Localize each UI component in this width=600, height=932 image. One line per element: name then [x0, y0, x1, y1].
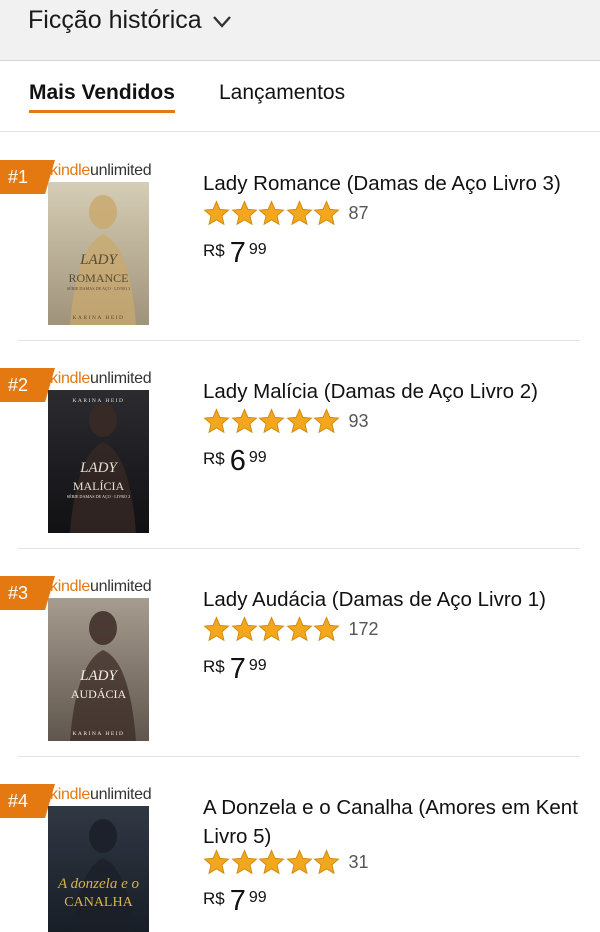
cover-art-image: A donzela e o CANALHA: [48, 806, 149, 932]
rank-badge: #3: [0, 576, 55, 610]
divider: [18, 756, 580, 757]
kindle-unlimited-logo: kindleunlimited: [50, 162, 152, 179]
star-icon: [230, 616, 258, 642]
price: R$ 6 99: [203, 446, 267, 476]
rank-badge: #2: [0, 368, 55, 402]
book-cover[interactable]: LADY AUDÁCIA KARINA HEID: [48, 598, 149, 741]
price-integer: 7: [229, 885, 246, 917]
star-rating[interactable]: 31: [203, 849, 369, 875]
kindle-unlimited-logo: kindleunlimited: [50, 578, 152, 595]
star-icon: [258, 200, 285, 226]
cover-subtitle: SÉRIE DAMAS DE AÇO · LIVRO 3: [67, 286, 131, 291]
tab-bar: Mais Vendidos Lançamentos: [0, 62, 600, 132]
star-icon: [203, 408, 230, 434]
price-currency: R$: [203, 241, 225, 260]
cover-title-line2: MALÍCIA: [73, 479, 125, 493]
rank-badge: #4: [0, 784, 55, 818]
star-icon: [285, 408, 313, 434]
star-icon: [203, 200, 230, 226]
star-icon: [230, 408, 258, 434]
cover-title-line2: ROMANCE: [68, 271, 128, 285]
price: R$ 7 99: [203, 654, 267, 684]
review-count: 87: [348, 202, 369, 223]
kindle-unlimited-logo: kindleunlimited: [50, 786, 152, 803]
stars: [203, 200, 341, 226]
star-icon: [285, 616, 313, 642]
star-icon: [313, 616, 340, 642]
review-count: 172: [348, 618, 379, 639]
list-item[interactable]: #3 kindleunlimited LADY AUDÁCIA KARINA H…: [0, 548, 600, 756]
price-decimal: 99: [248, 889, 267, 906]
price-integer: 7: [229, 237, 246, 269]
price-integer: 7: [229, 653, 246, 685]
category-selector[interactable]: Ficção histórica: [28, 6, 232, 35]
star-icon: [230, 849, 258, 875]
star-icon: [313, 200, 340, 226]
price-decimal: 99: [248, 241, 267, 258]
book-cover[interactable]: LADY ROMANCE SÉRIE DAMAS DE AÇO · LIVRO …: [48, 182, 149, 325]
book-title[interactable]: Lady Romance (Damas de Aço Livro 3): [203, 169, 583, 198]
book-title[interactable]: A Donzela e o Canalha (Amores em Kent Li…: [203, 793, 583, 851]
list-item[interactable]: #1 kindleunlimited LADY ROMANCE SÉRIE DA…: [0, 132, 600, 340]
price-currency: R$: [203, 657, 225, 676]
star-icon: [313, 849, 340, 875]
review-count: 31: [348, 851, 369, 872]
tab-best-sellers[interactable]: Mais Vendidos: [29, 81, 175, 113]
stars: [203, 849, 341, 875]
star-rating[interactable]: 93: [203, 408, 369, 434]
divider: [18, 548, 580, 549]
star-icon: [258, 616, 285, 642]
cover-art-image: LADY AUDÁCIA KARINA HEID: [48, 598, 149, 741]
cover-title-line1: LADY: [79, 460, 118, 476]
cover-author: KARINA HEID: [72, 315, 124, 321]
price-decimal: 99: [248, 657, 267, 674]
cover-title-line2: CANALHA: [64, 895, 133, 910]
star-icon: [258, 849, 285, 875]
book-title[interactable]: Lady Malícia (Damas de Aço Livro 2): [203, 377, 583, 406]
chevron-down-icon: [212, 16, 231, 28]
star-icon: [203, 616, 230, 642]
star-icon: [258, 408, 285, 434]
cover-title-line2: AUDÁCIA: [71, 687, 127, 701]
cover-author: KARINA HEID: [72, 398, 124, 404]
rank-badge: #1: [0, 160, 55, 194]
book-cover[interactable]: LADY MALÍCIA SÉRIE DAMAS DE AÇO · LIVRO …: [48, 390, 149, 533]
list-item[interactable]: #4 kindleunlimited A donzela e o CANALHA…: [0, 756, 600, 932]
price-currency: R$: [203, 889, 225, 908]
book-cover[interactable]: A donzela e o CANALHA: [48, 806, 149, 932]
star-icon: [285, 200, 313, 226]
review-count: 93: [348, 410, 369, 431]
star-icon: [313, 408, 340, 434]
category-label: Ficção histórica: [28, 6, 202, 34]
price: R$ 7 99: [203, 886, 267, 916]
price: R$ 7 99: [203, 238, 267, 268]
star-icon: [230, 200, 258, 226]
cover-title-line1: LADY: [79, 252, 118, 268]
cover-title-line1: LADY: [79, 668, 118, 684]
top-bar: Ficção histórica: [0, 0, 600, 61]
price-decimal: 99: [248, 449, 267, 466]
cover-title-line1: A donzela e o: [57, 876, 139, 892]
cover-subtitle: SÉRIE DAMAS DE AÇO · LIVRO 2: [67, 494, 131, 499]
star-icon: [203, 849, 230, 875]
divider: [18, 340, 580, 341]
star-icon: [285, 849, 313, 875]
book-title[interactable]: Lady Audácia (Damas de Aço Livro 1): [203, 585, 583, 614]
star-rating[interactable]: 87: [203, 200, 369, 226]
cover-author: KARINA HEID: [72, 731, 124, 737]
tab-new-releases[interactable]: Lançamentos: [219, 81, 345, 105]
stars: [203, 408, 341, 434]
list-item[interactable]: #2 kindleunlimited LADY MALÍCIA SÉRIE DA…: [0, 340, 600, 548]
cover-art-image: LADY ROMANCE SÉRIE DAMAS DE AÇO · LIVRO …: [48, 182, 149, 325]
stars: [203, 616, 341, 642]
cover-art-image: LADY MALÍCIA SÉRIE DAMAS DE AÇO · LIVRO …: [48, 390, 149, 533]
star-rating[interactable]: 172: [203, 616, 379, 642]
kindle-unlimited-logo: kindleunlimited: [50, 370, 152, 387]
price-integer: 6: [229, 445, 246, 477]
price-currency: R$: [203, 449, 225, 468]
